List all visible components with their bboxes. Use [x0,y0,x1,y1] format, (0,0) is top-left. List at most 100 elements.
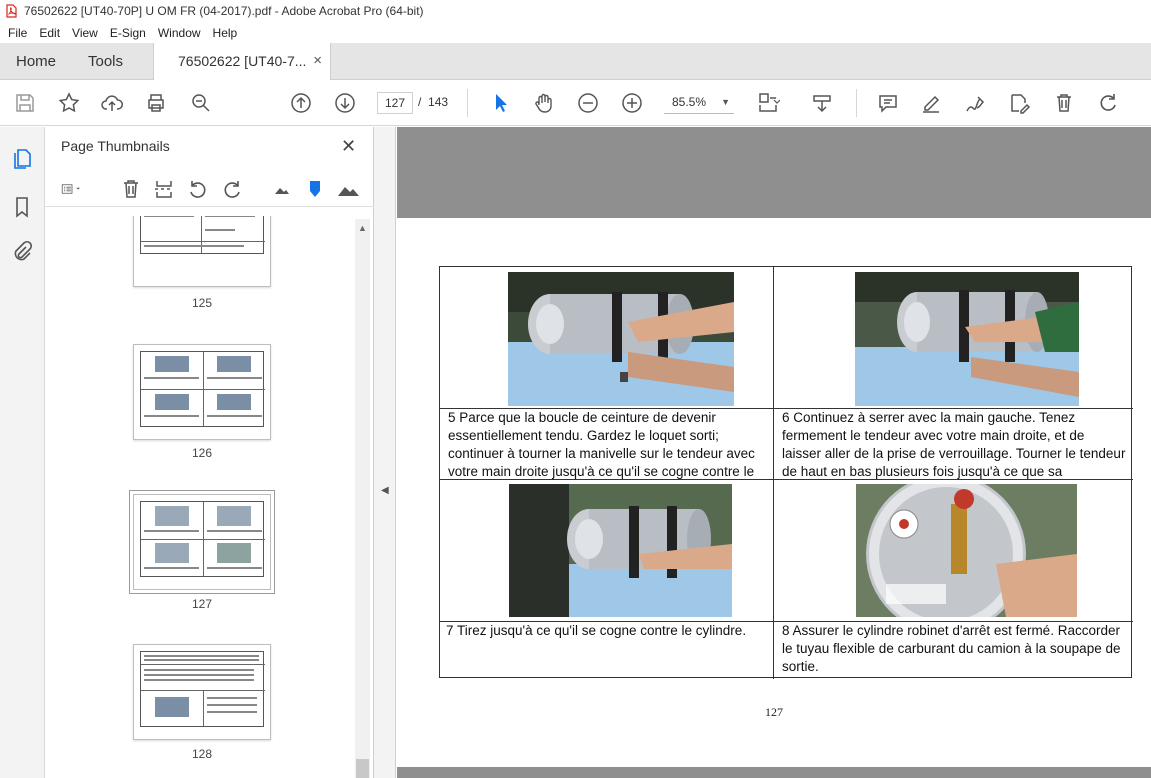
step-5-photo [508,272,734,406]
navigation-rail [0,127,45,778]
tab-home[interactable]: Home [16,53,56,70]
thumbnail-scrollbar[interactable]: ▲ [355,219,370,778]
thumbnail-text-line [207,377,262,379]
thumbnail-content [140,651,265,727]
thumbnail-small-icon[interactable] [271,178,293,200]
thumbnail-text-line [207,567,262,569]
document-viewport[interactable]: 5 Parce que la boucle de ceinture de dev… [397,127,1151,778]
thumbnail-text-line [207,530,262,532]
zoom-out-icon[interactable] [576,91,600,115]
fit-page-icon[interactable] [756,91,781,115]
tab-close-icon[interactable]: × [313,52,322,69]
pdf-page: 5 Parce que la boucle de ceinture de dev… [397,218,1151,767]
select-cursor-icon[interactable] [489,91,513,115]
thumbnail-text-line [144,245,244,247]
tab-document[interactable]: 76502622 [UT40-7... × [153,43,331,80]
menu-help[interactable]: Help [207,26,244,40]
options-menu-icon[interactable] [61,178,97,200]
page-thumbnail-126[interactable] [133,344,271,440]
thumbnail-rule [201,216,202,253]
current-page-input[interactable]: 127 [377,92,413,114]
thumbnail-rule [141,664,265,665]
step-7-text: 7 Tirez jusqu'à ce qu'il se cogne contre… [446,623,747,638]
page-thumbnail-125[interactable] [133,216,271,287]
thumbnail-text-line [207,704,257,706]
thumbnail-text-line [144,674,254,676]
thumbnail-photo [155,506,189,526]
rotate-left-icon[interactable] [187,178,209,200]
table-rule [440,479,1133,480]
edit-icon[interactable] [1007,91,1031,115]
thumbnail-size-slider[interactable] [304,178,326,200]
panel-collapse-strip[interactable]: ◀ [374,127,396,778]
panel-title: Page Thumbnails [61,138,170,154]
thumbnail-list: 125 126 127 128 [45,216,355,778]
thumbnail-rule [141,539,265,540]
delete-icon[interactable] [1052,91,1076,115]
rotate-right-icon[interactable] [221,178,243,200]
thumbnail-large-icon[interactable] [337,178,359,200]
page-thumbnail-127[interactable] [130,491,274,593]
scroll-up-icon[interactable]: ▲ [358,223,367,233]
comment-icon[interactable] [876,91,900,115]
menu-esign[interactable]: E-Sign [104,26,152,40]
page-thumbnails-panel: Page Thumbnails ✕ 125 126 127 128 [45,127,374,778]
tab-tools[interactable]: Tools [88,53,123,70]
thumbnail-text-line [205,216,255,217]
thumbnail-label-127: 127 [191,597,213,611]
panel-close-icon[interactable]: ✕ [341,136,356,157]
thumbnail-photo [217,356,251,372]
thumbnail-text-line [144,567,199,569]
menu-view[interactable]: View [66,26,104,40]
extract-pages-icon[interactable] [153,178,175,200]
scroll-mode-icon[interactable] [810,91,834,115]
page-thumbnail-128[interactable] [133,644,271,740]
rotate-icon[interactable] [1096,91,1120,115]
zoom-select[interactable]: 85.5% ▼ [664,92,734,114]
page-count: / 143 [418,95,448,109]
window-title: 76502622 [UT40-70P] U OM FR (04-2017).pd… [24,4,424,18]
thumbnail-text-line [205,229,235,231]
zoom-in-icon[interactable] [620,91,644,115]
thumbnail-content [140,501,265,577]
main-toolbar: 127 / 143 85.5% ▼ [0,80,1151,126]
attachment-icon[interactable] [10,240,34,264]
thumbnail-text-line [207,697,257,699]
thumbnail-text-line [207,415,262,417]
next-page-icon[interactable] [333,91,357,115]
thumbnail-photo [217,394,251,410]
thumbnail-toolbar [45,173,374,207]
collapse-arrow-icon[interactable]: ◀ [381,485,389,496]
toolbar-divider [467,89,468,117]
menu-file[interactable]: File [2,26,33,40]
thumbnail-photo [155,543,189,563]
sign-icon[interactable] [963,91,987,115]
highlight-icon[interactable] [919,91,943,115]
search-zoom-icon[interactable] [189,91,213,115]
thumbnail-rule [141,241,265,242]
menu-window[interactable]: Window [152,26,207,40]
thumbnail-content [140,351,265,427]
thumbnail-photo [155,697,189,717]
prev-page-icon[interactable] [289,91,313,115]
bookmark-icon[interactable] [10,195,34,219]
page-separator: / [418,95,422,109]
thumbnail-content [140,216,265,254]
scrollbar-thumb[interactable] [356,759,369,778]
save-icon[interactable] [13,91,37,115]
thumbnail-text-line [144,216,194,217]
print-icon[interactable] [144,91,168,115]
tab-document-label: 76502622 [UT40-7... [178,53,307,69]
hand-icon[interactable] [532,91,556,115]
bookmark-star-icon[interactable] [57,91,81,115]
menu-edit[interactable]: Edit [33,26,66,40]
thumbnail-label-128: 128 [191,747,213,761]
delete-pages-icon[interactable] [120,178,142,200]
chevron-down-icon: ▼ [721,97,730,107]
upload-icon[interactable] [100,91,124,115]
thumbnail-photo [155,356,189,372]
page-thumbnails-icon[interactable] [10,147,34,171]
thumbnail-text-line [207,711,257,713]
window-titlebar: 76502622 [UT40-70P] U OM FR (04-2017).pd… [0,0,1151,22]
step-8-text: 8 Assurer le cylindre robinet d'arrêt es… [782,623,1121,674]
